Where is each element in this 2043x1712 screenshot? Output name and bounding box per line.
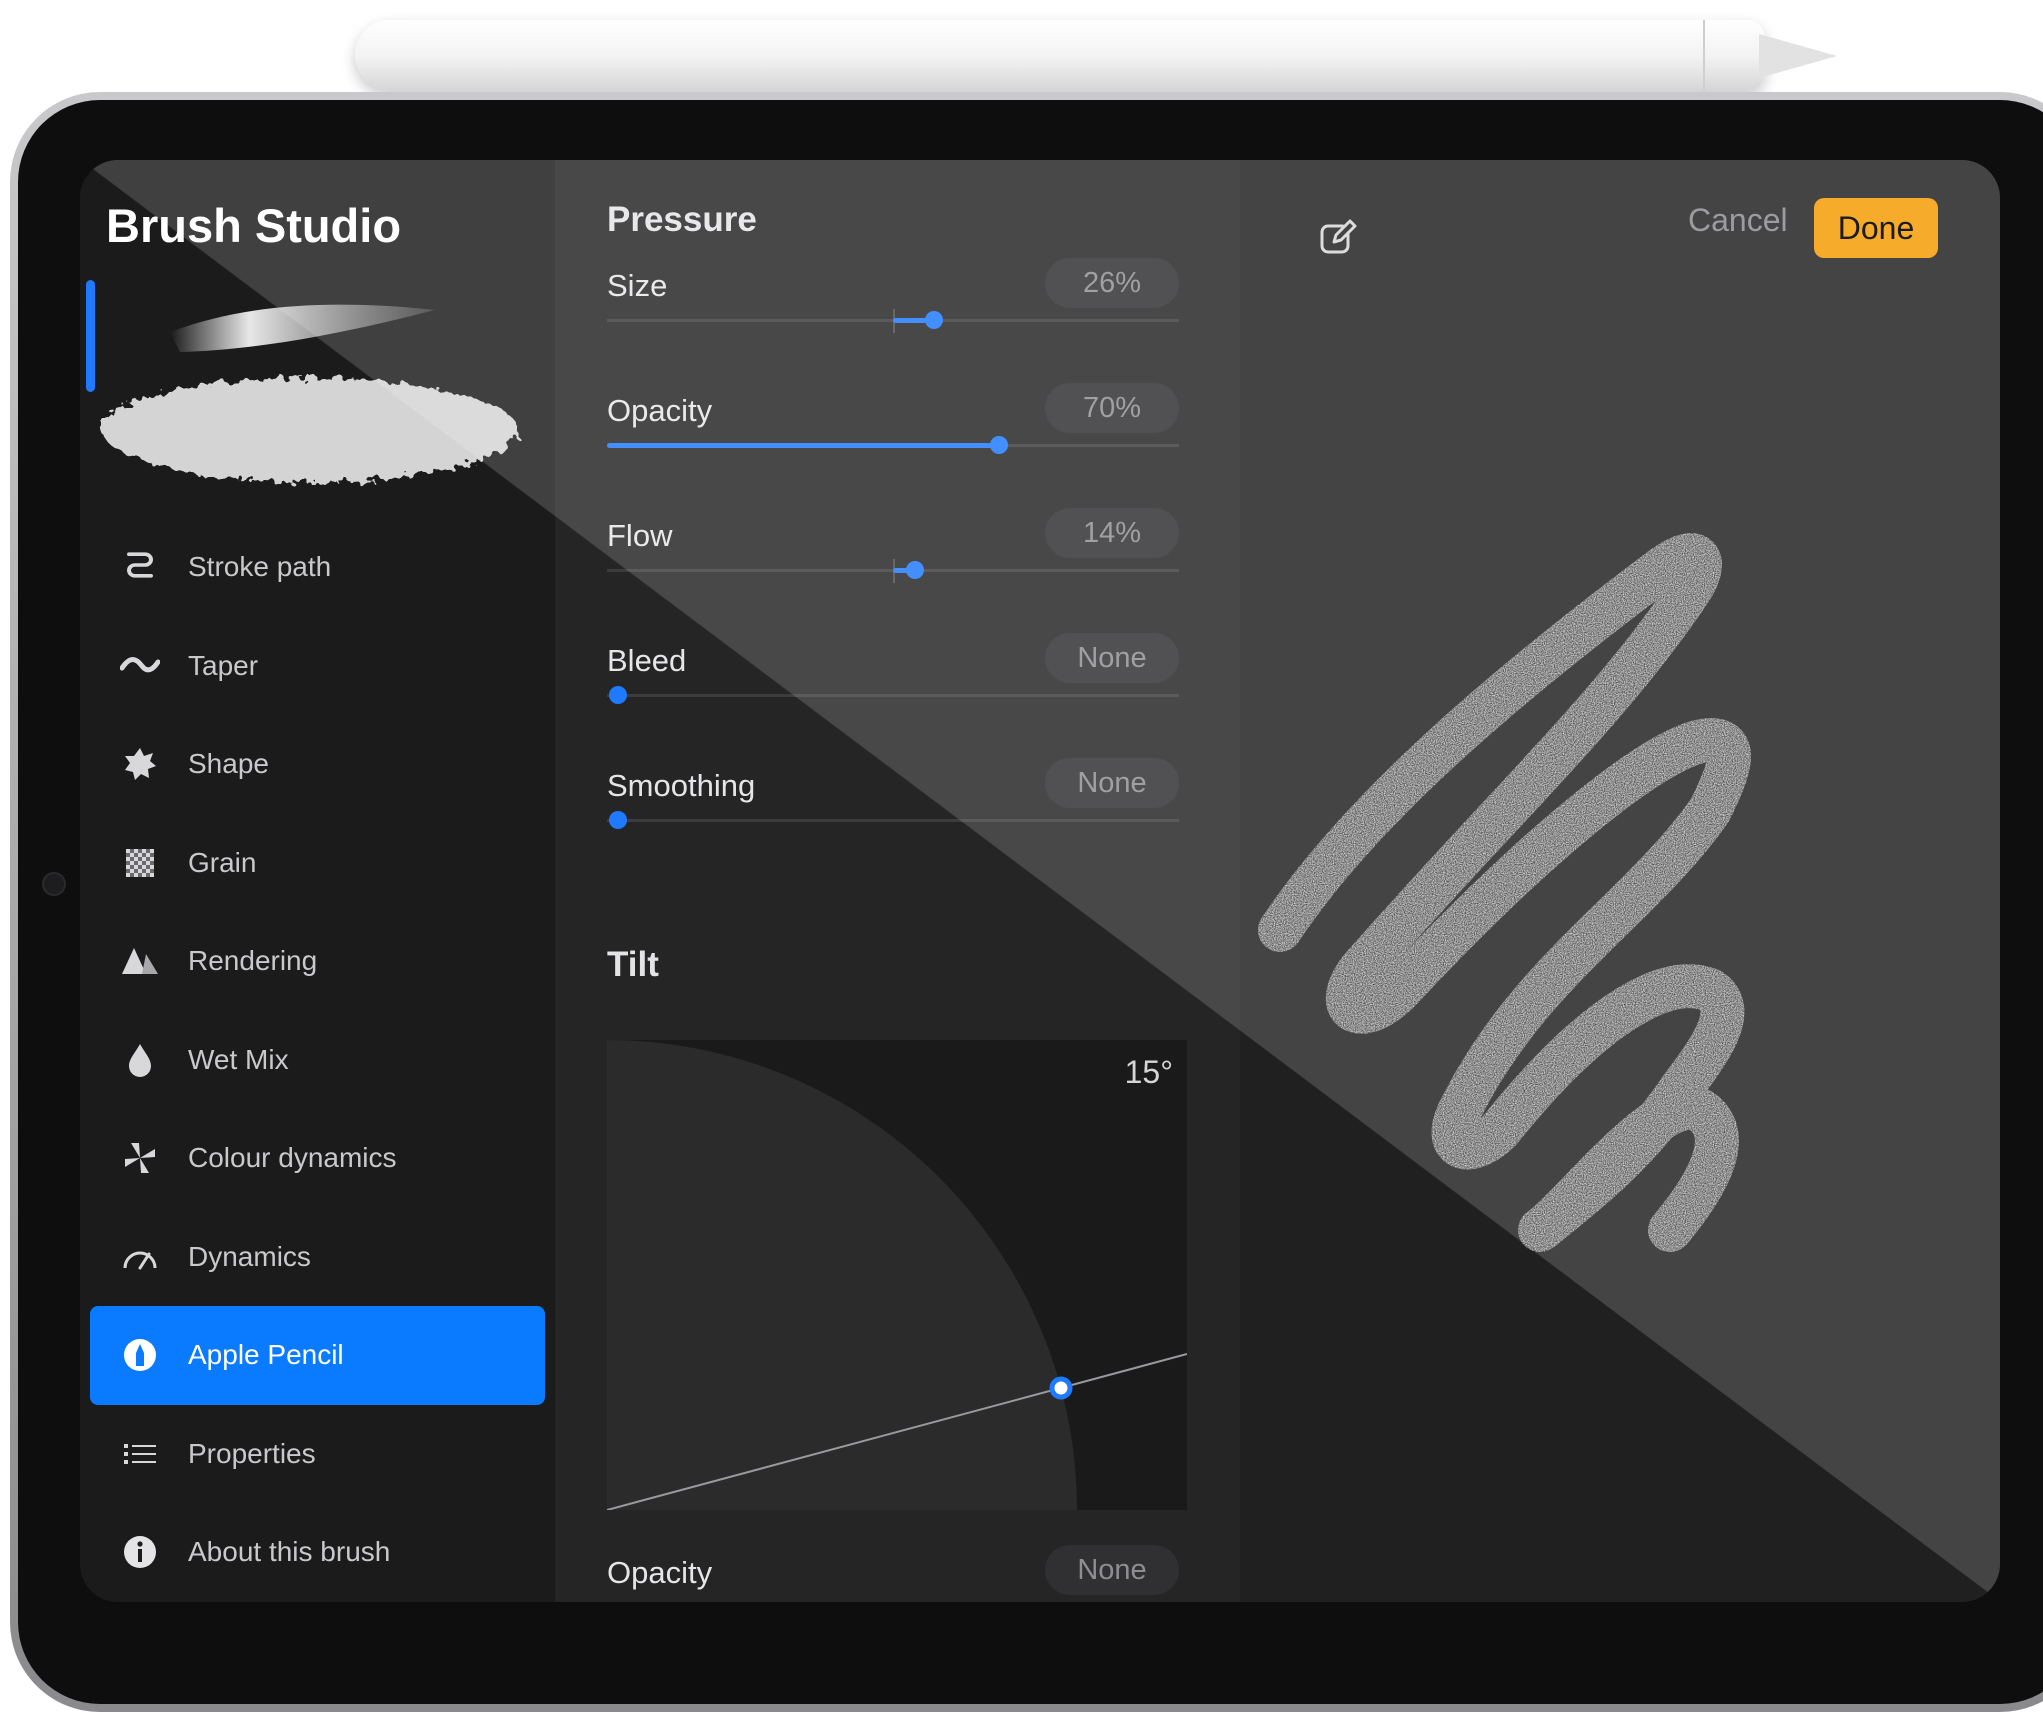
pencil-ring <box>1703 20 1705 90</box>
bleed-value[interactable]: None <box>1045 633 1179 683</box>
menu-item-shape[interactable]: Shape <box>90 715 545 814</box>
properties-icon <box>118 1432 162 1476</box>
edit-icon[interactable] <box>1318 218 1358 258</box>
camera-icon <box>42 872 66 896</box>
apple-pencil-device <box>355 20 1837 90</box>
smoothing-label: Smoothing <box>607 768 756 803</box>
settings-menu: Stroke path Taper Shape Grain Rendering … <box>90 518 545 1602</box>
brush-selection-indicator <box>86 280 95 392</box>
menu-item-wet-mix[interactable]: Wet Mix <box>90 1011 545 1110</box>
slider-knob[interactable] <box>609 811 627 829</box>
menu-item-label: About this brush <box>188 1536 391 1568</box>
smoothing-slider[interactable] <box>607 805 1179 835</box>
stroke-path-icon <box>118 545 162 589</box>
brush-stroke-preview <box>1258 533 1751 1252</box>
pencil-tip <box>1759 34 1837 78</box>
cancel-button[interactable]: Cancel <box>1688 202 1788 239</box>
dynamics-icon <box>118 1235 162 1279</box>
tilt-title: Tilt <box>607 945 659 984</box>
menu-item-grain[interactable]: Grain <box>90 814 545 913</box>
page-title: Brush Studio <box>106 199 402 252</box>
brush-preview[interactable] <box>100 280 540 510</box>
menu-item-label: Taper <box>188 649 259 681</box>
tilt-opacity-label: Opacity <box>607 1555 713 1590</box>
menu-item-properties[interactable]: Properties <box>90 1405 545 1504</box>
tilt-graph[interactable]: 15° <box>607 1040 1187 1510</box>
wet-mix-icon <box>118 1038 162 1082</box>
menu-item-dynamics[interactable]: Dynamics <box>90 1208 545 1307</box>
flow-slider[interactable] <box>607 555 1179 585</box>
screen: Brush Studio Stroke path Taper Shape Gra… <box>80 160 2000 1602</box>
menu-item-apple-pencil[interactable]: Apple Pencil <box>90 1306 545 1405</box>
drawing-pad[interactable]: Cancel Done <box>1240 160 2000 1602</box>
shape-icon <box>118 742 162 786</box>
menu-item-taper[interactable]: Taper <box>90 617 545 716</box>
settings-panel: Pressure Size 26% Opacity 70% Flow 14% B… <box>555 160 1240 1602</box>
menu-item-colour-dynamics[interactable]: Colour dynamics <box>90 1109 545 1208</box>
bleed-slider[interactable] <box>607 680 1179 710</box>
slider-knob[interactable] <box>924 311 943 329</box>
sidebar: Brush Studio Stroke path Taper Shape Gra… <box>80 160 555 1602</box>
menu-item-label: Wet Mix <box>188 1043 289 1075</box>
tilt-angle-value: 15° <box>1124 1054 1173 1090</box>
opacity-label: Opacity <box>607 393 713 428</box>
menu-item-stroke-path[interactable]: Stroke path <box>90 518 545 617</box>
rendering-icon <box>118 939 162 983</box>
menu-item-label: Colour dynamics <box>188 1142 397 1174</box>
slider-knob[interactable] <box>609 686 627 704</box>
pressure-title: Pressure <box>607 200 757 239</box>
menu-item-rendering[interactable]: Rendering <box>90 912 545 1011</box>
colour-dynamics-icon <box>118 1136 162 1180</box>
tilt-opacity-value[interactable]: None <box>1045 1545 1179 1595</box>
grain-icon <box>118 841 162 885</box>
smoothing-value[interactable]: None <box>1045 758 1179 808</box>
apple-pencil-icon <box>118 1333 162 1377</box>
size-value[interactable]: 26% <box>1045 258 1179 308</box>
bleed-label: Bleed <box>607 643 687 678</box>
size-label: Size <box>607 268 668 303</box>
menu-item-about[interactable]: About this brush <box>90 1503 545 1602</box>
opacity-slider[interactable] <box>607 430 1179 460</box>
slider-knob[interactable] <box>906 561 925 579</box>
menu-item-label: Stroke path <box>188 551 332 583</box>
menu-item-label: Shape <box>188 748 269 780</box>
taper-icon <box>118 644 162 688</box>
tilt-handle[interactable] <box>1049 1376 1073 1400</box>
menu-item-label: Rendering <box>188 945 318 977</box>
slider-knob[interactable] <box>990 436 1009 454</box>
tilt-graph-drawing <box>607 1040 1187 1510</box>
menu-item-label: Grain <box>188 846 257 878</box>
menu-item-label: Dynamics <box>188 1240 311 1272</box>
size-slider[interactable] <box>607 305 1179 335</box>
menu-item-label: Properties <box>188 1437 316 1469</box>
done-button[interactable]: Done <box>1814 198 1938 258</box>
about-icon <box>118 1530 162 1574</box>
flow-label: Flow <box>607 518 673 553</box>
opacity-value[interactable]: 70% <box>1045 383 1179 433</box>
flow-value[interactable]: 14% <box>1045 508 1179 558</box>
menu-item-label: Apple Pencil <box>188 1339 344 1371</box>
